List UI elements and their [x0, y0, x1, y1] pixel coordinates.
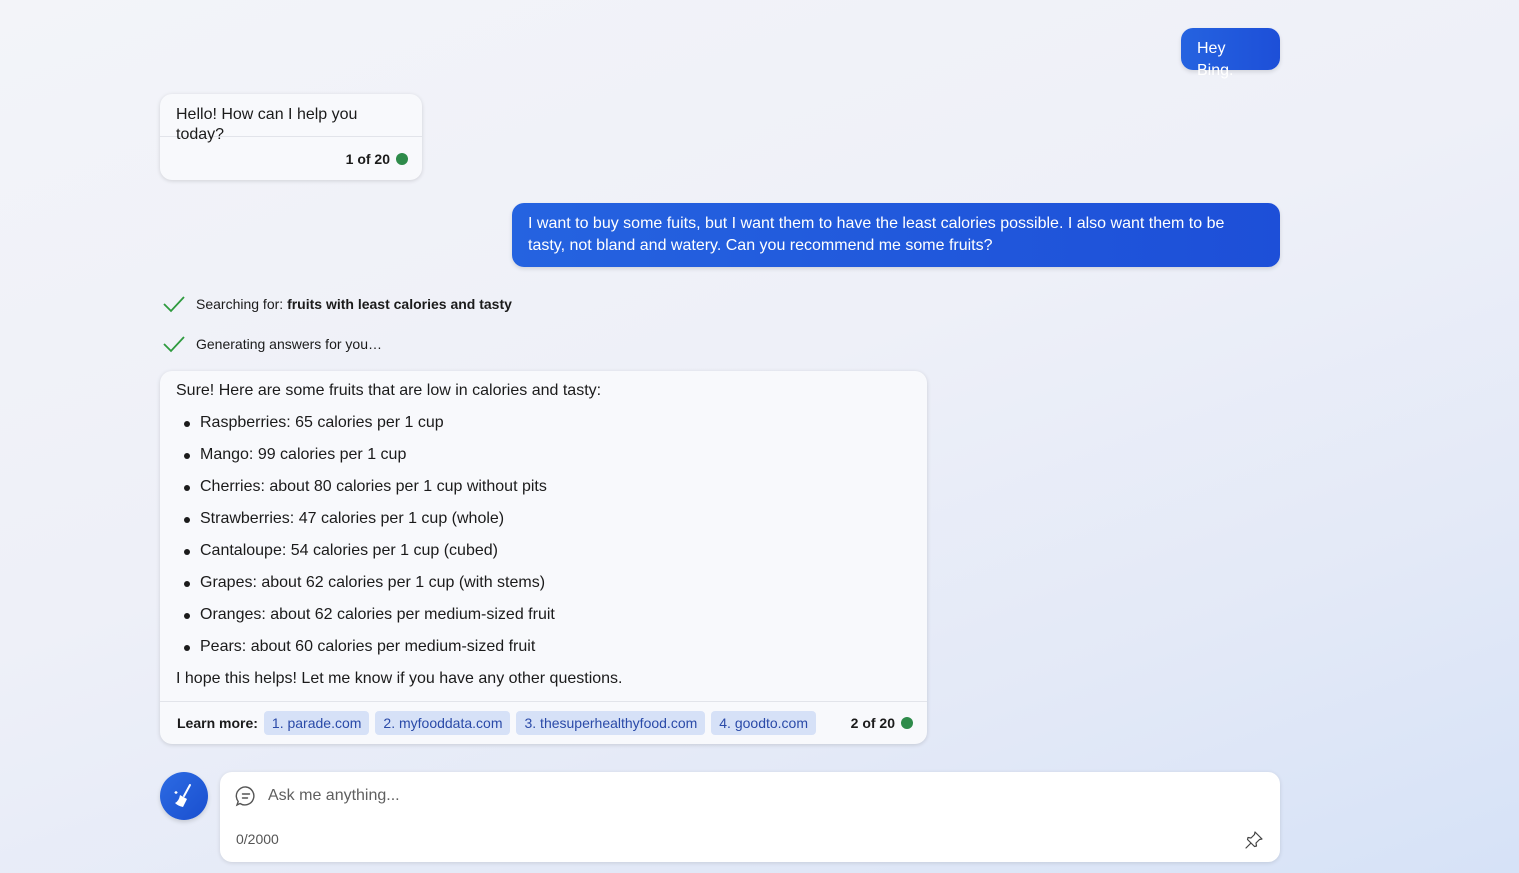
- bot-greeting-text: Hello! How can I help you today?: [176, 106, 358, 143]
- bot-greeting-card: Hello! How can I help you today? 1 of 20: [160, 94, 422, 180]
- chat-input[interactable]: [268, 787, 1168, 805]
- checkmark-icon: [163, 296, 185, 313]
- list-item: Raspberries: 65 calories per 1 cup: [176, 413, 911, 445]
- learn-more-bar: Learn more: 1. parade.com 2. myfooddata.…: [160, 701, 927, 744]
- pin-icon: [1245, 831, 1263, 849]
- turn-counter-text: 1 of 20: [345, 150, 390, 167]
- list-item: Mango: 99 calories per 1 cup: [176, 445, 911, 477]
- list-item: Grapes: about 62 calories per 1 cup (wit…: [176, 573, 911, 605]
- search-query: fruits with least calories and tasty: [287, 296, 512, 312]
- source-link[interactable]: 1. parade.com: [263, 711, 370, 735]
- checkmark-icon: [163, 336, 185, 353]
- source-link[interactable]: 3. thesuperhealthyfood.com: [516, 711, 706, 735]
- bot-answer-card: Sure! Here are some fruits that are low …: [160, 371, 927, 744]
- generating-text: Generating answers for you…: [196, 336, 382, 352]
- searching-status: Searching for: fruits with least calorie…: [162, 294, 512, 314]
- list-item: Cantaloupe: 54 calories per 1 cup (cubed…: [176, 541, 911, 573]
- composer: 0/2000: [220, 772, 1280, 862]
- answer-intro: Sure! Here are some fruits that are low …: [176, 382, 602, 399]
- status-dot-icon: [396, 152, 408, 165]
- turn-counter-text: 2 of 20: [850, 715, 895, 731]
- user-message: Hey Bing.: [1181, 28, 1280, 79]
- broom-icon: [174, 784, 191, 807]
- list-item: Strawberries: 47 calories per 1 cup (who…: [176, 509, 911, 541]
- list-item: Oranges: about 62 calories per medium-si…: [176, 605, 911, 637]
- new-topic-button[interactable]: [160, 772, 208, 820]
- user-message: I want to buy some fuits, but I want the…: [512, 203, 1280, 267]
- turn-counter: 2 of 20: [851, 715, 913, 731]
- pin-button[interactable]: [1244, 830, 1264, 855]
- source-link[interactable]: 2. myfooddata.com: [375, 711, 511, 735]
- fruit-list: Raspberries: 65 calories per 1 cup Mango…: [176, 413, 911, 669]
- generating-status: Generating answers for you…: [162, 334, 382, 354]
- source-link[interactable]: 4. goodto.com: [711, 711, 816, 735]
- answer-outro: I hope this helps! Let me know if you ha…: [176, 670, 623, 687]
- list-item: Cherries: about 80 calories per 1 cup wi…: [176, 477, 911, 509]
- list-item: Pears: about 60 calories per medium-size…: [176, 637, 911, 669]
- searching-prefix: Searching for:: [196, 296, 288, 312]
- chat-bubble-icon: [235, 786, 255, 807]
- learn-more-label: Learn more:: [177, 715, 258, 731]
- char-count: 0/2000: [236, 831, 279, 847]
- status-dot-icon: [901, 717, 913, 729]
